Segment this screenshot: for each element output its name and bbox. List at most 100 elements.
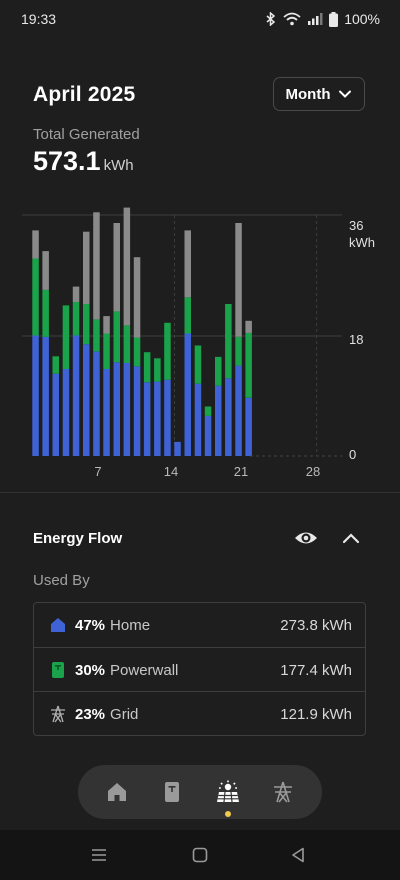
bar-grid-day-1[interactable] xyxy=(32,230,39,259)
bar-grid-day-5[interactable] xyxy=(72,286,80,302)
nav-powerwall-icon[interactable] xyxy=(160,780,184,804)
bar-home-day-8[interactable] xyxy=(103,369,110,456)
y-tick-36: 36 xyxy=(349,218,363,233)
bar-powerwall-day-14[interactable] xyxy=(164,322,171,380)
nav-active-indicator xyxy=(225,811,231,817)
bar-home-day-2[interactable] xyxy=(42,336,49,456)
bar-powerwall-day-12[interactable] xyxy=(143,352,151,383)
bar-powerwall-day-18[interactable] xyxy=(204,406,212,416)
bar-home-day-4[interactable] xyxy=(62,369,70,456)
row-label: Powerwall xyxy=(110,661,179,679)
bar-home-day-19[interactable] xyxy=(215,385,222,456)
bar-home-day-15[interactable] xyxy=(174,441,181,456)
bar-home-day-16[interactable] xyxy=(184,333,192,457)
bar-grid-day-2[interactable] xyxy=(42,251,49,290)
bottom-nav xyxy=(78,765,322,819)
eye-icon[interactable] xyxy=(293,528,319,548)
status-time: 19:33 xyxy=(21,11,57,27)
home-button-icon[interactable] xyxy=(192,847,208,863)
bar-home-day-7[interactable] xyxy=(93,351,100,456)
bar-home-day-13[interactable] xyxy=(154,381,161,456)
period-selector-label: Month xyxy=(285,85,331,103)
bar-powerwall-day-11[interactable] xyxy=(133,337,141,367)
battery-percent: 100% xyxy=(344,11,380,27)
bar-powerwall-day-19[interactable] xyxy=(215,356,222,386)
generation-chart[interactable]: 7 14 21 28 36 kWh 18 0 xyxy=(0,205,400,485)
used-by-row-grid[interactable]: 23% Grid 121.9 kWh xyxy=(34,691,365,736)
bar-powerwall-day-4[interactable] xyxy=(62,305,70,369)
bar-grid-day-8[interactable] xyxy=(103,316,110,334)
period-selector[interactable]: Month xyxy=(273,77,365,111)
bar-powerwall-day-17[interactable] xyxy=(194,345,202,384)
bar-powerwall-day-3[interactable] xyxy=(52,356,60,374)
bar-powerwall-day-8[interactable] xyxy=(103,333,110,370)
wifi-icon xyxy=(283,12,301,26)
x-tick-28: 28 xyxy=(306,464,320,479)
powerwall-icon xyxy=(49,661,67,679)
x-tick-14: 14 xyxy=(164,464,178,479)
bar-powerwall-day-16[interactable] xyxy=(184,297,192,334)
bar-powerwall-day-21[interactable] xyxy=(235,336,242,366)
bar-home-day-5[interactable] xyxy=(72,335,80,457)
bar-home-day-21[interactable] xyxy=(235,365,242,456)
grid-tower-icon xyxy=(49,705,67,723)
bar-home-day-1[interactable] xyxy=(32,335,39,457)
chevron-down-icon xyxy=(339,90,352,98)
bar-home-day-9[interactable] xyxy=(113,362,121,456)
bar-grid-day-22[interactable] xyxy=(245,320,252,333)
x-tick-7: 7 xyxy=(94,464,101,479)
home-icon xyxy=(49,616,67,634)
row-percent: 47% xyxy=(75,616,106,634)
back-icon[interactable] xyxy=(291,847,305,863)
bar-grid-day-10[interactable] xyxy=(123,207,131,326)
row-value: 177.4 kWh xyxy=(280,661,352,679)
bar-grid-day-21[interactable] xyxy=(235,223,242,337)
row-percent: 23% xyxy=(75,705,106,723)
bar-powerwall-day-10[interactable] xyxy=(123,325,131,364)
bar-powerwall-day-22[interactable] xyxy=(245,332,252,398)
nav-solar-icon[interactable] xyxy=(216,780,240,804)
bar-powerwall-day-13[interactable] xyxy=(154,358,161,382)
page-title: April 2025 xyxy=(33,83,136,106)
nav-grid-icon[interactable] xyxy=(271,780,295,804)
bar-home-day-20[interactable] xyxy=(225,378,232,456)
bar-home-day-14[interactable] xyxy=(164,379,171,456)
bar-powerwall-day-5[interactable] xyxy=(72,302,80,336)
total-generated-value: 573.1 kWh xyxy=(33,146,134,177)
bar-home-day-11[interactable] xyxy=(133,366,141,456)
bar-grid-day-7[interactable] xyxy=(93,212,100,320)
y-tick-0: 0 xyxy=(349,447,356,462)
bar-grid-day-6[interactable] xyxy=(83,231,90,304)
bluetooth-icon xyxy=(266,12,276,26)
bar-home-day-18[interactable] xyxy=(204,415,212,456)
row-value: 121.9 kWh xyxy=(280,705,352,723)
system-nav-bar xyxy=(0,830,400,880)
bar-home-day-3[interactable] xyxy=(52,373,60,456)
bar-powerwall-day-1[interactable] xyxy=(32,258,39,336)
row-label: Home xyxy=(110,616,151,634)
used-by-row-powerwall[interactable]: 30% Powerwall 177.4 kWh xyxy=(34,647,365,692)
bar-grid-day-11[interactable] xyxy=(133,257,141,338)
recent-apps-icon[interactable] xyxy=(91,848,107,862)
bar-home-day-17[interactable] xyxy=(194,383,202,456)
nav-home-icon[interactable] xyxy=(105,780,129,804)
bar-home-day-6[interactable] xyxy=(83,344,90,456)
used-by-label: Used By xyxy=(33,572,90,589)
bar-powerwall-day-7[interactable] xyxy=(93,319,100,352)
bar-home-day-22[interactable] xyxy=(245,397,252,456)
row-percent: 30% xyxy=(75,661,106,679)
battery-icon xyxy=(329,11,339,27)
bar-powerwall-day-20[interactable] xyxy=(225,304,232,379)
total-value-unit: kWh xyxy=(103,157,134,174)
bar-powerwall-day-2[interactable] xyxy=(42,290,49,337)
bar-home-day-12[interactable] xyxy=(143,382,151,456)
used-by-row-home[interactable]: 47% Home 273.8 kWh xyxy=(34,603,365,647)
chevron-up-icon[interactable] xyxy=(340,528,362,548)
bar-powerwall-day-6[interactable] xyxy=(83,304,90,345)
row-label: Grid xyxy=(110,705,139,723)
section-divider xyxy=(0,492,400,493)
bar-grid-day-16[interactable] xyxy=(184,230,192,298)
bar-powerwall-day-9[interactable] xyxy=(113,311,121,363)
bar-grid-day-9[interactable] xyxy=(113,223,121,312)
bar-home-day-10[interactable] xyxy=(123,362,131,456)
